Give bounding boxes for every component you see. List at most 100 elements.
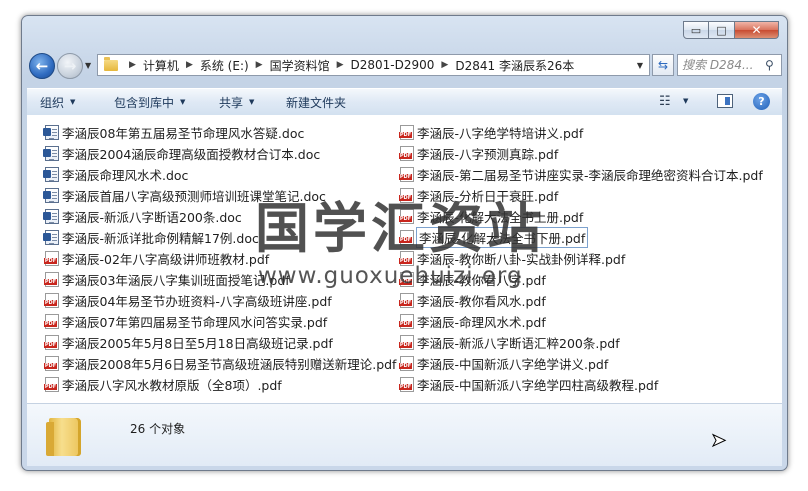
file-name: 李涵辰-第二届易圣节讲座实录-李涵辰命理绝密资料合订本.pdf [417,168,763,183]
file-name: 李涵辰08年第五届易圣节命理风水答疑.doc [62,126,305,141]
details-pane: 26 个对象 [27,404,782,466]
file-name: 李涵辰-中国新派八字绝学四柱高级教程.pdf [417,378,659,393]
object-count: 26 个对象 [130,422,186,436]
file-name: 李涵辰07年第四届易圣节命理风水问答实录.pdf [62,315,328,330]
breadcrumb-computer[interactable]: 计算机 [143,57,179,74]
share-label: 共享 [219,95,244,110]
navigation-bar: ← → ▼ ▶ 计算机 ▶ 系统 (E:) ▶ 国学资料馆 ▶ D2801-D2… [27,52,782,82]
file-name: 李涵辰-新派八字断语汇粹200条.pdf [417,336,620,351]
chevron-right-icon[interactable]: ▶ [129,60,136,70]
organize-label: 组织 [40,95,65,110]
mouse-cursor-icon: ➤ [710,430,727,452]
file-name: 李涵辰2008年5月6日易圣节高级班涵辰特别赠送新理论.pdf [62,357,397,372]
file-name: 李涵辰-中国新派八字绝学讲义.pdf [417,357,609,372]
refresh-icon: ⇆ [657,58,669,72]
chevron-down-icon: ▼ [70,98,76,106]
pdf-document-icon [399,356,414,371]
breadcrumb-current-folder[interactable]: D2841 李涵辰系26本 [455,57,574,74]
pdf-document-icon [399,167,414,182]
pdf-document-icon [44,356,59,371]
file-name: 李涵辰2005年5月8日至5月18日高级班记录.pdf [62,336,333,351]
file-item[interactable]: 李涵辰-命理风水术.pdf [399,311,763,332]
file-name: 李涵辰-八字预测真踪.pdf [417,147,559,162]
word-document-icon [43,146,59,161]
search-icon[interactable]: ⚲ [765,58,774,72]
history-dropdown-icon[interactable]: ▼ [85,61,91,70]
maximize-button[interactable]: □ [709,21,735,39]
file-item[interactable]: 李涵辰2008年5月6日易圣节高级班涵辰特别赠送新理论.pdf [44,353,397,374]
file-item[interactable]: 李涵辰-第二届易圣节讲座实录-李涵辰命理绝密资料合订本.pdf [399,164,763,185]
word-document-icon [43,230,59,245]
file-item[interactable]: 李涵辰2005年5月8日至5月18日高级班记录.pdf [44,332,396,353]
pdf-document-icon [44,314,59,329]
arrow-right-icon: → [63,57,77,75]
view-options-icon[interactable]: ☷ [659,94,671,109]
chevron-down-icon[interactable]: ▼ [683,97,688,105]
file-item[interactable]: 李涵辰-八字预测真踪.pdf [399,143,763,164]
file-item[interactable]: 李涵辰2004涵辰命理高级面授教材合订本.doc [43,143,396,164]
pdf-document-icon [399,146,414,161]
help-icon[interactable]: ? [753,93,770,110]
pdf-document-icon [44,251,59,266]
file-item[interactable]: 李涵辰07年第四届易圣节命理风水问答实录.pdf [44,311,396,332]
share-button[interactable]: 共享 ▼ [219,89,254,115]
close-button[interactable]: ✕ [735,21,779,39]
back-button[interactable]: ← [29,53,55,79]
include-in-library-button[interactable]: 包含到库中 ▼ [114,89,185,115]
file-name: 李涵辰-教你看风水.pdf [417,294,546,309]
file-item[interactable]: 李涵辰08年第五届易圣节命理风水答疑.doc [43,122,396,143]
pdf-document-icon [44,293,59,308]
file-name: 李涵辰2004涵辰命理高级面授教材合订本.doc [62,147,321,162]
file-name: 李涵辰04年易圣节办班资料-八字高级班讲座.pdf [62,294,332,309]
command-toolbar: 组织 ▼ 包含到库中 ▼ 共享 ▼ 新建文件夹 ☷ ▼ ? [27,88,782,116]
file-item[interactable]: 李涵辰八字风水教材原版（全8项）.pdf [44,374,396,395]
file-item[interactable]: 李涵辰-新派八字断语汇粹200条.pdf [399,332,763,353]
file-item[interactable]: 李涵辰-中国新派八字绝学四柱高级教程.pdf [399,374,763,395]
chevron-right-icon[interactable]: ▶ [256,60,263,70]
pdf-document-icon [44,272,59,287]
include-in-library-label: 包含到库中 [114,95,175,110]
breadcrumb-drive[interactable]: 系统 (E:) [200,57,249,74]
search-box[interactable]: ⚲ [677,54,782,76]
caption-buttons: ▭ □ ✕ [683,21,779,39]
watermark-url: www.guoxuehuizi.org [258,263,523,289]
pdf-document-icon [44,377,59,392]
file-name: 李涵辰-02年八字高级讲师班教材.pdf [62,252,270,267]
folder-icon [46,418,81,456]
pdf-document-icon [399,314,414,329]
file-name: 李涵辰命理风水术.doc [62,168,189,183]
refresh-button[interactable]: ⇆ [652,54,674,76]
arrow-left-icon: ← [35,57,49,75]
chevron-right-icon[interactable]: ▶ [337,60,344,70]
address-dropdown-icon[interactable]: ▼ [637,61,643,70]
preview-pane-icon[interactable] [717,94,733,108]
file-item[interactable]: 李涵辰04年易圣节办班资料-八字高级班讲座.pdf [44,290,396,311]
chevron-right-icon[interactable]: ▶ [441,60,448,70]
chevron-down-icon: ▼ [180,98,186,106]
pdf-document-icon [399,293,414,308]
word-document-icon [43,209,59,224]
file-name: 李涵辰03年涵辰八字集训班面授笔记.pdf [62,273,290,288]
minimize-button[interactable]: ▭ [683,21,709,39]
file-name: 李涵辰八字风水教材原版（全8项）.pdf [62,378,282,393]
word-document-icon [43,188,59,203]
file-item[interactable]: 李涵辰-中国新派八字绝学讲义.pdf [399,353,763,374]
chevron-right-icon[interactable]: ▶ [186,60,193,70]
pdf-document-icon [44,335,59,350]
file-item[interactable]: 李涵辰-教你看风水.pdf [399,290,763,311]
file-name: 李涵辰-八字绝学特培讲义.pdf [417,126,584,141]
file-name: 李涵辰-新派八字断语200条.doc [62,210,242,225]
search-input[interactable] [682,58,764,72]
address-bar[interactable]: ▶ 计算机 ▶ 系统 (E:) ▶ 国学资料馆 ▶ D2801-D2900 ▶ … [97,54,650,76]
chevron-down-icon: ▼ [249,98,255,106]
pdf-document-icon [399,335,414,350]
file-item[interactable]: 李涵辰命理风水术.doc [43,164,396,185]
breadcrumb-library-folder[interactable]: 国学资料馆 [270,57,330,74]
breadcrumb-range-folder[interactable]: D2801-D2900 [351,58,435,72]
forward-button[interactable]: → [57,53,83,79]
new-folder-button[interactable]: 新建文件夹 [286,89,346,115]
file-item[interactable]: 李涵辰-八字绝学特培讲义.pdf [399,122,763,143]
file-name: 李涵辰-命理风水术.pdf [417,315,546,330]
folder-icon [104,56,118,71]
organize-button[interactable]: 组织 ▼ [40,89,75,115]
